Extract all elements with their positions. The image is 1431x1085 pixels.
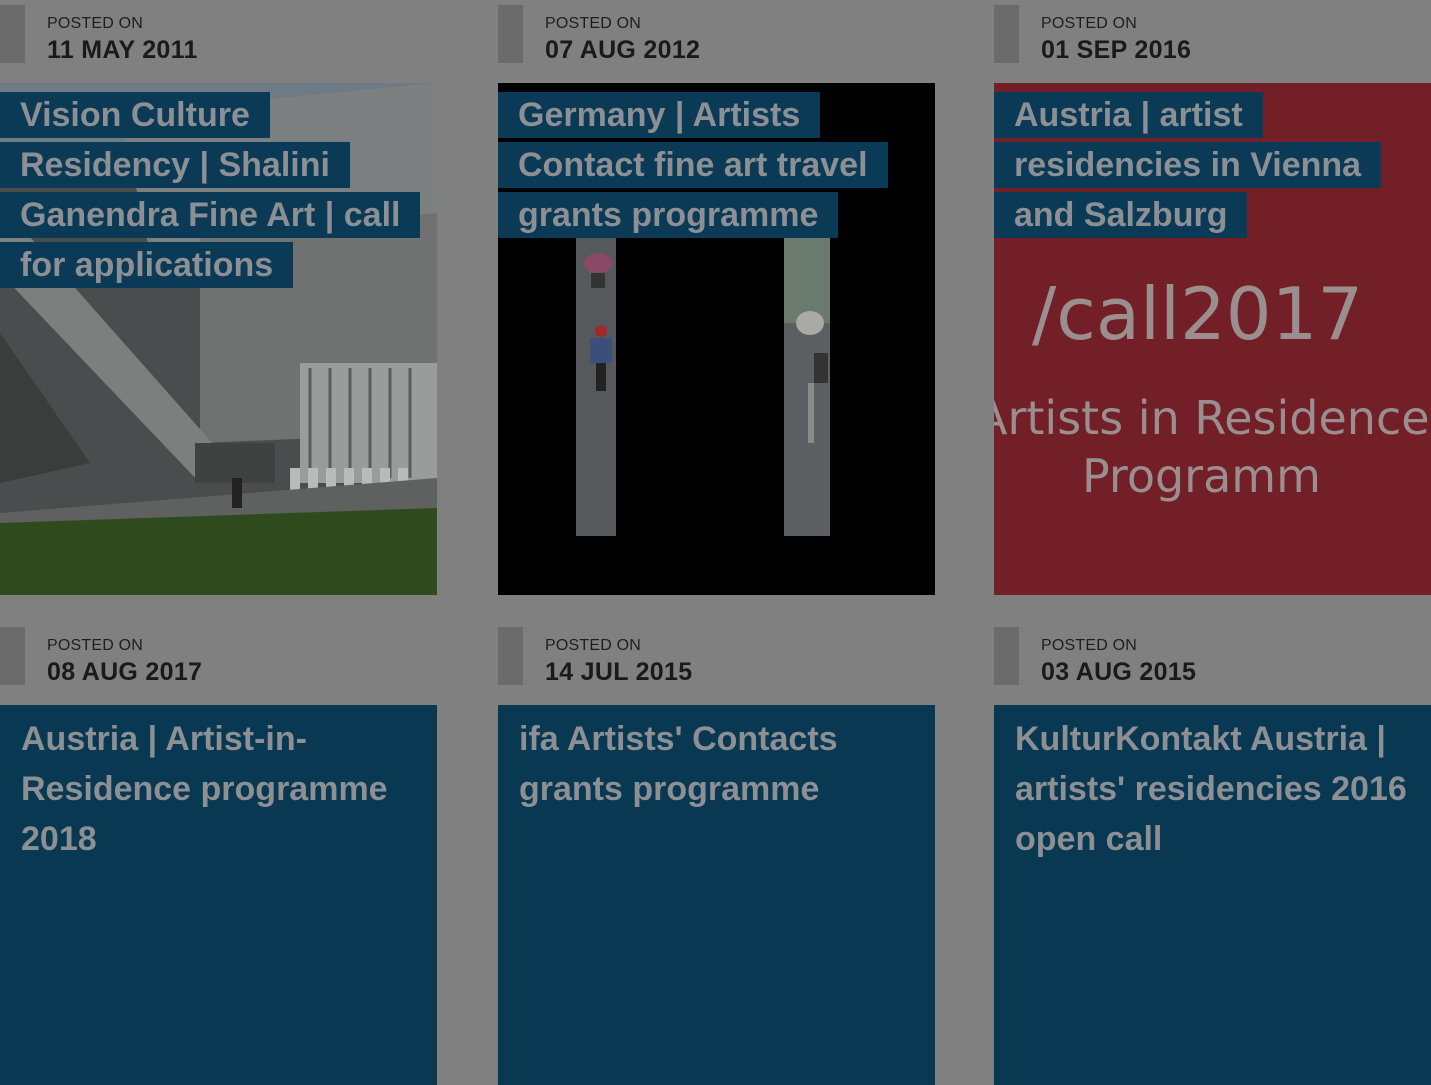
posted-on-label: POSTED ON: [545, 637, 642, 654]
post-meta: POSTED ON 03 AUG 2015: [994, 627, 1431, 687]
post-thumbnail[interactable]: ifa Artists' Contacts grants programme: [498, 705, 935, 1085]
post-meta: POSTED ON 01 SEP 2016: [994, 5, 1431, 65]
date-marker: [498, 627, 523, 685]
date-marker: [994, 627, 1019, 685]
poster-text-call: /call2017: [1032, 272, 1364, 356]
date-marker: [994, 5, 1019, 63]
post-title-wrap: Vision Culture Residency | Shalini Ganen…: [0, 90, 421, 290]
post-title-text[interactable]: Vision Culture Residency | Shalini Ganen…: [0, 92, 421, 288]
posted-on-label: POSTED ON: [1041, 15, 1138, 32]
date-marker: [0, 5, 25, 63]
post-title[interactable]: KulturKontakt Austria | artists' residen…: [994, 714, 1414, 864]
post-meta: POSTED ON 07 AUG 2012: [498, 5, 935, 65]
posted-on-label: POSTED ON: [47, 15, 144, 32]
post-meta: POSTED ON 11 MAY 2011: [0, 5, 437, 65]
post-thumbnail[interactable]: /call2017 Artists in Residence Programm …: [994, 83, 1431, 595]
post-title-wrap: Austria | Artist-in-Residence programme …: [0, 714, 420, 864]
post-title-wrap: Germany | Artists Contact fine art trave…: [498, 90, 918, 240]
poster-text-artists: Artists in Residence: [994, 391, 1430, 445]
date-marker: [0, 627, 25, 685]
posted-on-label: POSTED ON: [47, 637, 144, 654]
post-title-text[interactable]: Germany | Artists Contact fine art trave…: [498, 92, 888, 238]
posted-on-label: POSTED ON: [1041, 637, 1138, 654]
post-date: 11 MAY 2011: [47, 36, 198, 64]
post-title[interactable]: Vision Culture Residency | Shalini Ganen…: [0, 90, 421, 290]
poster-text-programm: Programm: [1082, 449, 1321, 503]
post-title-text[interactable]: Austria | artist residencies in Vienna a…: [994, 92, 1382, 238]
post-title[interactable]: Austria | Artist-in-Residence programme …: [0, 714, 420, 864]
post-title[interactable]: Germany | Artists Contact fine art trave…: [498, 90, 918, 240]
post-title[interactable]: Austria | artist residencies in Vienna a…: [994, 90, 1414, 240]
post-thumbnail[interactable]: Germany | Artists Contact fine art trave…: [498, 83, 935, 595]
post-date: 07 AUG 2012: [545, 36, 701, 64]
post-meta: POSTED ON 08 AUG 2017: [0, 627, 437, 687]
post-date: 08 AUG 2017: [47, 658, 203, 686]
post-title[interactable]: ifa Artists' Contacts grants programme: [498, 714, 918, 814]
posted-on-label: POSTED ON: [545, 15, 642, 32]
post-thumbnail[interactable]: Austria | Artist-in-Residence programme …: [0, 705, 437, 1085]
post-thumbnail[interactable]: Vision Culture Residency | Shalini Ganen…: [0, 83, 437, 595]
post-date: 03 AUG 2015: [1041, 658, 1197, 686]
date-marker: [498, 5, 523, 63]
post-title-wrap: KulturKontakt Austria | artists' residen…: [994, 714, 1414, 864]
post-date: 14 JUL 2015: [545, 658, 693, 686]
post-title-wrap: ifa Artists' Contacts grants programme: [498, 714, 918, 814]
post-title-wrap: Austria | artist residencies in Vienna a…: [994, 90, 1414, 240]
post-thumbnail[interactable]: KulturKontakt Austria | artists' residen…: [994, 705, 1431, 1085]
post-date: 01 SEP 2016: [1041, 36, 1192, 64]
post-meta: POSTED ON 14 JUL 2015: [498, 627, 935, 687]
